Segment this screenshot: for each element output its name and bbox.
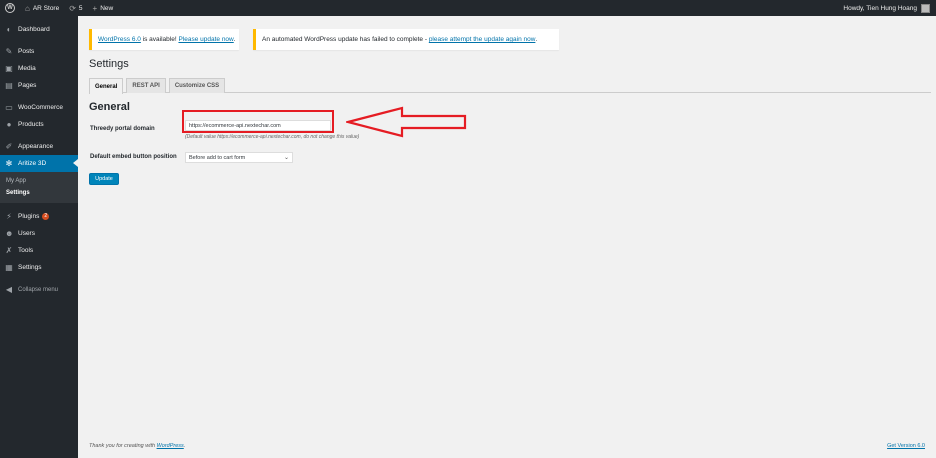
wordpress-logo-icon: W	[5, 3, 15, 13]
notice-text: is available!	[140, 36, 179, 43]
collapse-menu-button[interactable]: ◀ Collapse menu	[0, 281, 78, 298]
aritize-submenu: My App Settings	[0, 172, 78, 203]
main-content: WordPress 6.0 is available! Please updat…	[78, 16, 936, 458]
sidebar-item-label: Dashboard	[18, 26, 50, 33]
notice-text: .	[233, 36, 236, 43]
update-notice: WordPress 6.0 is available! Please updat…	[89, 29, 239, 50]
footer-text: Thank you for creating with	[89, 443, 157, 449]
plus-icon: +	[92, 3, 98, 13]
select-value: Before add to cart form	[189, 154, 246, 161]
domain-label: Threedy portal domain	[90, 126, 155, 132]
admin-bar: W ⌂ AR Store ⟳ 5 + New Howdy, Tien Hung …	[0, 0, 936, 16]
chevron-down-icon: ⌄	[283, 155, 289, 161]
sidebar-item-woocommerce[interactable]: ▭ WooCommerce	[0, 99, 78, 116]
submenu-item-label: My App	[6, 178, 27, 184]
home-icon: ⌂	[25, 3, 30, 13]
pin-icon: ✎	[5, 46, 13, 56]
page-icon: ▤	[5, 80, 13, 90]
notice-text: .	[535, 36, 538, 43]
account-menu[interactable]: Howdy, Tien Hung Hoang	[843, 3, 936, 13]
footer-thanks: Thank you for creating with WordPress.	[89, 443, 185, 449]
plugins-update-badge: 2	[42, 213, 50, 220]
domain-hint: (Default value https://ecommerce-api.nex…	[185, 134, 360, 140]
tab-general[interactable]: General	[89, 78, 124, 94]
avatar	[921, 3, 930, 13]
updates-count: 5	[78, 4, 83, 12]
greeting-text: Howdy, Tien Hung Hoang	[843, 4, 917, 12]
footer-text: .	[183, 443, 186, 449]
tab-customize-css[interactable]: Customize CSS	[168, 78, 226, 93]
sidebar-item-appearance[interactable]: ✐ Appearance	[0, 138, 78, 155]
sidebar-item-label: Tools	[18, 247, 34, 254]
sidebar-item-label: Pages	[18, 82, 37, 89]
dashboard-icon: ◐	[6, 24, 12, 34]
gear-icon: ✻	[5, 158, 13, 168]
sidebar-item-pages[interactable]: ▤ Pages	[0, 77, 78, 94]
sidebar-item-products[interactable]: ● Products	[0, 116, 78, 133]
update-failed-notice: An automated WordPress update has failed…	[253, 29, 559, 50]
embed-position-select[interactable]: Before add to cart form ⌄	[185, 152, 293, 163]
submenu-item-settings[interactable]: Settings	[0, 187, 78, 199]
settings-icon: ▦	[5, 262, 13, 272]
sidebar-item-label: Posts	[18, 48, 35, 55]
update-button[interactable]: Update	[89, 173, 119, 185]
updates-link[interactable]: ⟳ 5	[64, 0, 87, 16]
please-update-link[interactable]: Please update now	[178, 36, 233, 43]
collapse-label: Collapse menu	[18, 286, 59, 293]
refresh-icon: ⟳	[69, 3, 76, 13]
notice-text: An automated WordPress update has failed…	[262, 36, 429, 43]
sidebar-item-label: Media	[18, 65, 36, 72]
sidebar-item-label: WooCommerce	[18, 104, 64, 111]
media-icon: ▣	[5, 63, 13, 73]
section-title: General	[89, 101, 130, 113]
plug-icon: ⚡	[6, 211, 12, 221]
sidebar-item-posts[interactable]: ✎ Posts	[0, 43, 78, 60]
submenu-item-my-app[interactable]: My App	[0, 175, 78, 187]
wp-logo-button[interactable]: W	[0, 0, 20, 16]
embed-position-label: Default embed button position	[90, 154, 177, 160]
sidebar-item-tools[interactable]: ✗ Tools	[0, 242, 78, 259]
new-content-link[interactable]: + New	[88, 0, 119, 16]
site-name-link[interactable]: ⌂ AR Store	[20, 0, 64, 16]
sidebar-item-label: Aritize 3D	[18, 160, 47, 167]
wrench-icon: ✗	[5, 245, 13, 255]
sidebar-item-label: Products	[18, 121, 44, 128]
settings-tabs: General REST API Customize CSS	[89, 78, 931, 94]
site-name: AR Store	[32, 4, 60, 12]
sidebar-item-aritize-3d[interactable]: ✻ Aritize 3D	[0, 155, 78, 172]
user-icon: ☻	[5, 228, 14, 238]
sidebar-item-users[interactable]: ☻ Users	[0, 225, 78, 242]
sidebar-item-dashboard[interactable]: ◐ Dashboard	[0, 21, 78, 38]
sidebar-item-label: Users	[18, 230, 35, 237]
woo-icon: ▭	[5, 102, 13, 112]
sidebar-item-label: Appearance	[18, 143, 54, 150]
sidebar-item-plugins[interactable]: ⚡ Plugins 2	[0, 208, 78, 225]
submenu-item-label: Settings	[6, 190, 30, 196]
wordpress-version-link[interactable]: WordPress 6.0	[98, 36, 141, 43]
get-version-link[interactable]: Get Version 6.0	[887, 443, 925, 449]
sidebar-item-media[interactable]: ▣ Media	[0, 60, 78, 77]
collapse-icon: ◀	[5, 284, 13, 294]
new-label: New	[100, 4, 114, 12]
page-title: Settings	[89, 58, 129, 70]
tab-rest-api[interactable]: REST API	[126, 78, 166, 93]
brush-icon: ✐	[5, 141, 13, 151]
annotation-arrow-icon	[346, 106, 467, 138]
wordpress-link[interactable]: WordPress	[157, 443, 184, 449]
sidebar-item-settings[interactable]: ▦ Settings	[0, 259, 78, 276]
sidebar-item-label: Plugins	[18, 213, 40, 220]
admin-sidebar: ◐ Dashboard ✎ Posts ▣ Media ▤ Pages ▭ Wo…	[0, 16, 78, 458]
highlight-box	[182, 110, 334, 133]
sidebar-item-label: Settings	[18, 264, 42, 271]
attempt-update-link[interactable]: please attempt the update again now	[429, 36, 536, 43]
products-icon: ●	[6, 119, 12, 129]
